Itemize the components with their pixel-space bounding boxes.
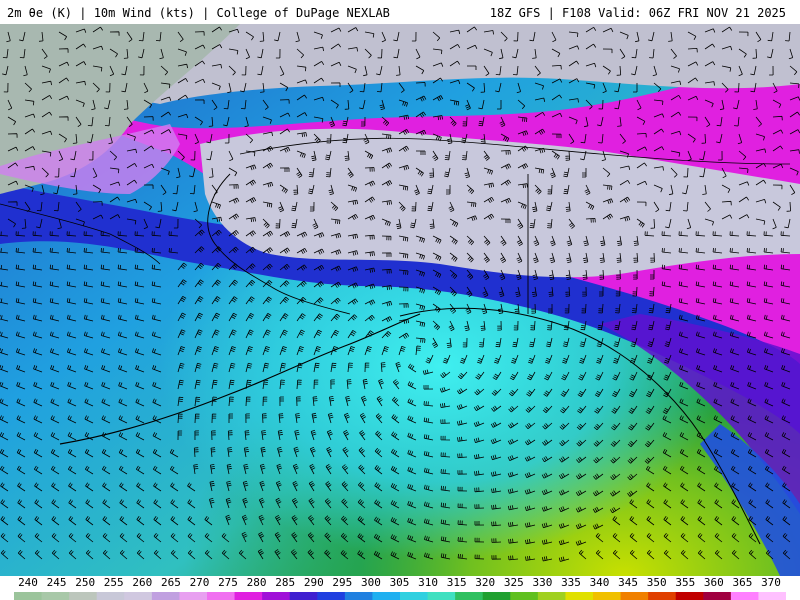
model-run-label: 18Z GFS | F108 Valid: 06Z FRI NOV 21 202… (489, 6, 786, 20)
scale-label: 320 (475, 576, 496, 589)
map-title: 2m θe (K) | 10m Wind (kts) | College of … (7, 6, 390, 20)
scale-swatch (179, 592, 208, 600)
scale-label: 265 (160, 576, 181, 589)
scale-label: 370 (761, 576, 781, 589)
scale-label: 335 (561, 576, 581, 589)
scale-label: 325 (503, 576, 524, 589)
scale-swatch (14, 592, 43, 600)
scale-swatch (96, 592, 125, 600)
scale-swatch (262, 592, 291, 600)
scale-label: 280 (246, 576, 267, 589)
scale-swatch (565, 592, 594, 600)
scale-swatch (648, 592, 677, 600)
scale-label: 255 (103, 576, 124, 589)
scale-swatch (151, 592, 180, 600)
scale-swatch (234, 592, 263, 600)
scale-label: 365 (732, 576, 753, 589)
scale-label: 295 (332, 576, 353, 589)
scale-swatch (69, 592, 98, 600)
scale-swatch (41, 592, 70, 600)
scale-label: 360 (703, 576, 724, 589)
scale-swatch (675, 592, 704, 600)
scale-swatch (317, 592, 346, 600)
scale-swatch (537, 592, 566, 600)
weather-map (0, 24, 800, 576)
scale-label: 240 (18, 576, 38, 589)
scale-label: 300 (360, 576, 381, 589)
scale-swatch (730, 592, 759, 600)
scale-label: 340 (589, 576, 610, 589)
scale-swatch (593, 592, 622, 600)
scale-swatch (289, 592, 318, 600)
scale-label: 250 (75, 576, 96, 589)
scale-swatch (372, 592, 401, 600)
scale-label: 330 (532, 576, 553, 589)
scale-swatch (510, 592, 539, 600)
scale-label: 275 (218, 576, 238, 589)
scale-swatch (758, 592, 786, 600)
color-scale-bar (14, 592, 786, 600)
scale-label: 285 (275, 576, 296, 589)
scale-swatch (400, 592, 429, 600)
scale-label: 310 (418, 576, 439, 589)
scale-swatch (703, 592, 732, 600)
scale-label: 350 (646, 576, 667, 589)
scale-swatch (124, 592, 153, 600)
scale-swatch (455, 592, 484, 600)
scale-swatch (620, 592, 649, 600)
scale-swatch (427, 592, 456, 600)
scale-label: 315 (446, 576, 467, 589)
header-bar: 2m θe (K) | 10m Wind (kts) | College of … (0, 0, 800, 24)
scale-label: 270 (189, 576, 210, 589)
scale-label: 345 (618, 576, 639, 589)
scale-label: 245 (46, 576, 67, 589)
scale-label: 355 (675, 576, 696, 589)
scale-swatch (344, 592, 373, 600)
scale-swatch (482, 592, 511, 600)
scale-swatch (207, 592, 236, 600)
scale-label: 305 (389, 576, 410, 589)
scale-label: 290 (303, 576, 324, 589)
scale-label: 260 (132, 576, 153, 589)
